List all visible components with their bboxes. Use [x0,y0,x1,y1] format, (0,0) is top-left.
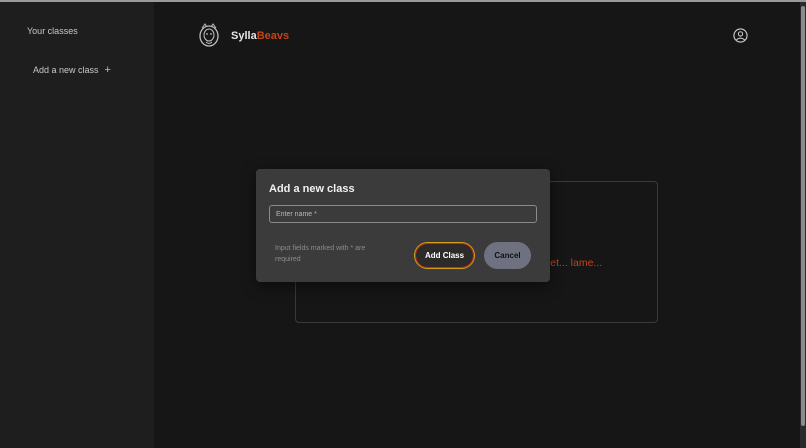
sidebar: Your classes Add a new class + [0,2,154,448]
dialog-title: Add a new class [269,183,355,195]
brand-name[interactable]: SyllaBeavs [231,30,289,42]
add-class-button[interactable]: Add Class [414,242,475,269]
cancel-button[interactable]: Cancel [484,242,531,269]
empty-classes-message: yet... lame... [545,257,603,269]
scrollbar-thumb[interactable] [801,6,805,426]
required-fields-note: Input fields marked with * are required [275,245,366,263]
page-scrollbar[interactable] [800,2,806,448]
sidebar-title: Your classes [27,26,78,36]
class-name-input[interactable] [269,205,537,223]
add-class-link[interactable]: Add a new class + [33,64,111,76]
add-class-dialog: Add a new class Input fields marked with… [256,169,550,282]
add-class-label: Add a new class [33,65,99,75]
plus-icon: + [104,64,111,76]
brand-main: Sylla [231,30,257,42]
beaver-logo-icon [199,23,219,47]
brand-accent: Beavs [256,30,290,42]
user-profile-icon[interactable] [733,28,748,43]
